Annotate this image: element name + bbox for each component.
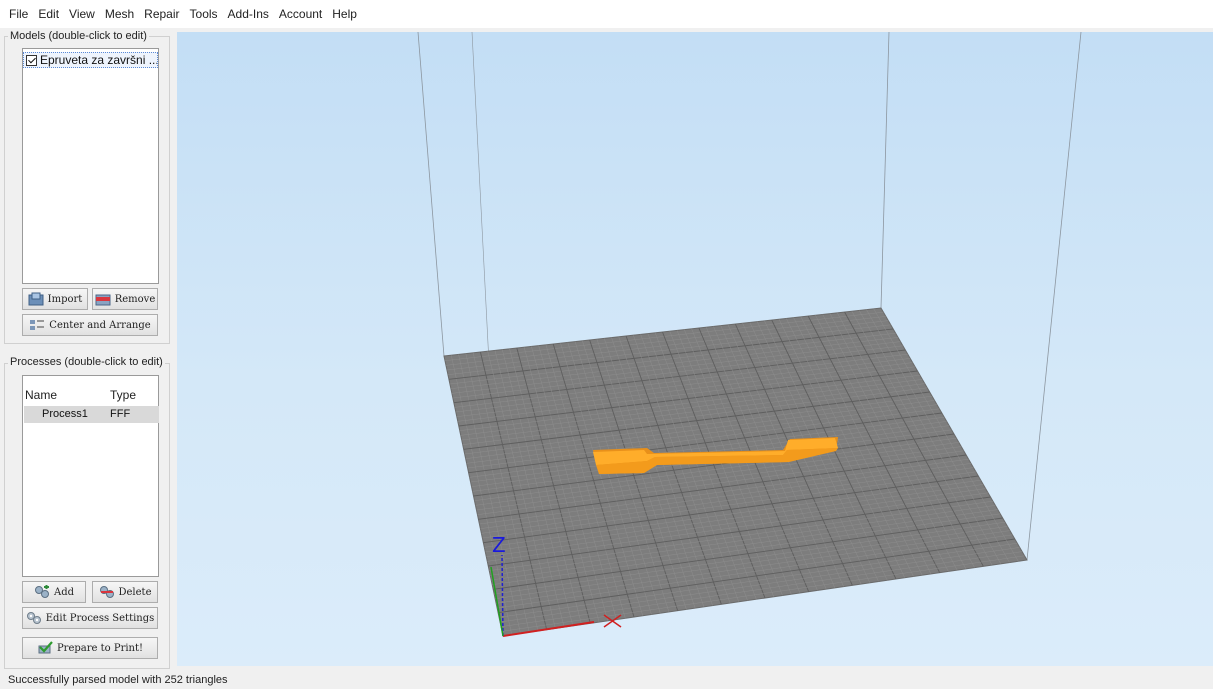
volume-edge-back-right xyxy=(880,31,890,309)
menu-edit[interactable]: Edit xyxy=(33,0,64,28)
status-bar: Successfully parsed model with 252 trian… xyxy=(0,672,1213,689)
add-button[interactable]: Add xyxy=(22,581,86,603)
menu-file[interactable]: File xyxy=(4,0,33,28)
z-axis-label: Z xyxy=(492,533,506,557)
model-list-item[interactable]: Epruveta za završni ... xyxy=(23,52,158,68)
delete-button[interactable]: Delete xyxy=(92,581,158,603)
processes-group-title: Processes (double-click to edit) xyxy=(8,356,165,368)
process-row[interactable]: Process1 FFF xyxy=(24,406,159,423)
process-type: FFF xyxy=(110,408,131,420)
import-button[interactable]: Import xyxy=(22,288,88,310)
gear-icon xyxy=(26,612,41,624)
left-panel: Models (double-click to edit) Epruveta z… xyxy=(0,30,174,670)
volume-edge-front-right xyxy=(1026,31,1082,561)
menu-mesh[interactable]: Mesh xyxy=(100,0,139,28)
edit-process-settings-button[interactable]: Edit Process Settings xyxy=(22,607,158,629)
menu-bar: File Edit View Mesh Repair Tools Add-Ins… xyxy=(0,0,1213,28)
model-visible-checkbox[interactable] xyxy=(26,54,37,66)
models-list[interactable]: Epruveta za završni ... xyxy=(22,48,159,284)
models-group-title: Models (double-click to edit) xyxy=(8,30,149,42)
add-process-icon xyxy=(34,585,49,598)
column-name-header[interactable]: Name xyxy=(25,388,57,402)
menu-repair[interactable]: Repair xyxy=(139,0,184,28)
prepare-print-icon xyxy=(38,641,53,654)
menu-account[interactable]: Account xyxy=(274,0,327,28)
menu-add-ins[interactable]: Add-Ins xyxy=(223,0,274,28)
prepare-to-print-button[interactable]: Prepare to Print! xyxy=(22,637,158,659)
column-type-header[interactable]: Type xyxy=(110,388,136,402)
delete-process-icon xyxy=(99,586,114,598)
menu-help[interactable]: Help xyxy=(327,0,362,28)
center-arrange-button[interactable]: Center and Arrange xyxy=(22,314,158,336)
import-icon xyxy=(28,292,44,306)
3d-viewport[interactable]: Z xyxy=(177,31,1213,666)
model-name: Epruveta za završni ... xyxy=(40,53,158,67)
build-volume-view[interactable]: Z xyxy=(177,31,1213,666)
arrange-icon xyxy=(30,320,45,330)
processes-list[interactable]: Name Type Process1 FFF xyxy=(22,375,159,577)
menu-tools[interactable]: Tools xyxy=(185,0,223,28)
volume-edge-back-left xyxy=(417,31,445,357)
process-name: Process1 xyxy=(42,408,88,420)
remove-button[interactable]: Remove xyxy=(92,288,158,310)
remove-icon xyxy=(95,294,111,306)
menu-view[interactable]: View xyxy=(64,0,100,28)
